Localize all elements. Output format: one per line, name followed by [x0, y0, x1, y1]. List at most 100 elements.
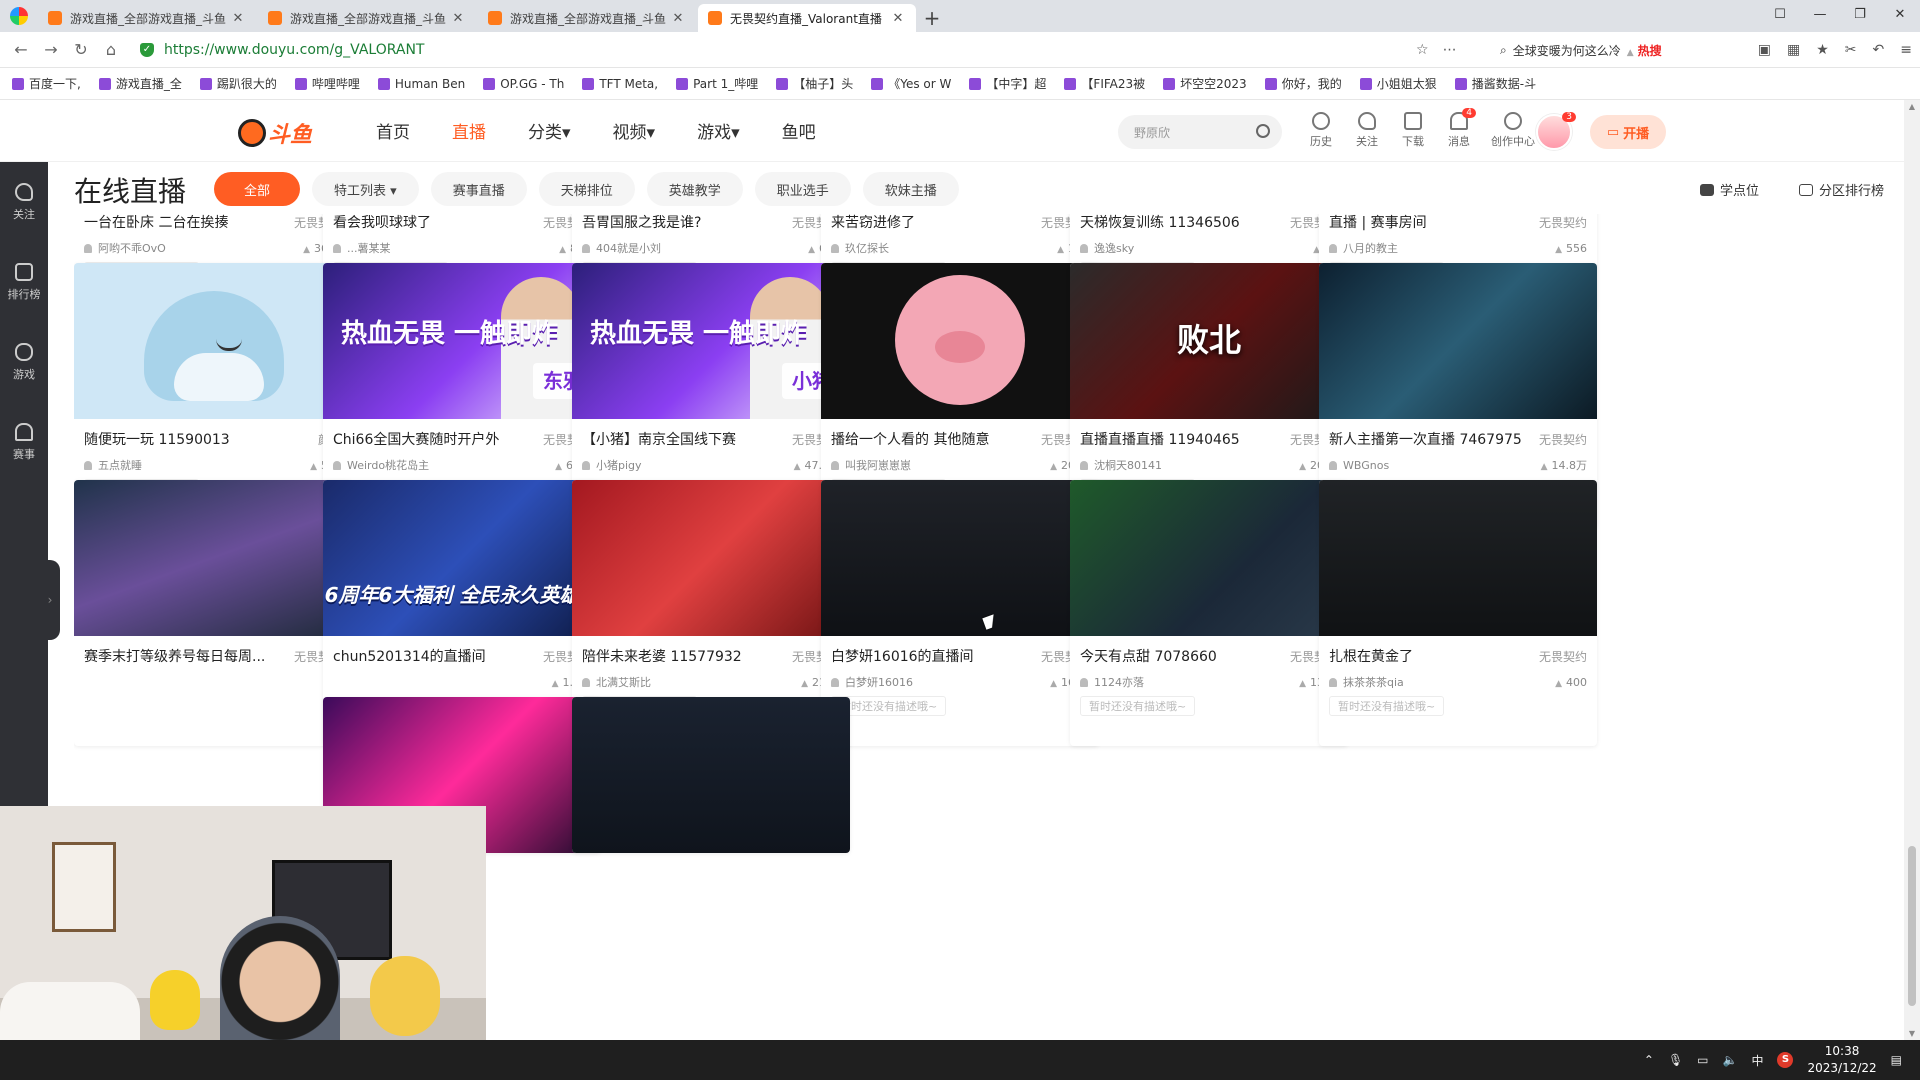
rail-follow[interactable]: 关注: [0, 162, 48, 242]
bookmark-item[interactable]: Part 1_哔哩: [676, 75, 758, 92]
user-avatar[interactable]: 3: [1536, 112, 1576, 150]
nav-fishbar[interactable]: 鱼吧: [782, 118, 816, 143]
stream-thumbnail[interactable]: [572, 697, 850, 853]
rail-rank[interactable]: 排行榜: [0, 242, 48, 322]
network-icon[interactable]: ▭: [1697, 1053, 1708, 1067]
stream-card[interactable]: 白梦妍16016的直播间无畏契约白梦妍160161602暂时还没有描述哦~: [821, 480, 1099, 746]
page-scrollbar[interactable]: ▲ ▼: [1904, 100, 1920, 1040]
stream-title[interactable]: 新人主播第一次直播 7467975: [1329, 429, 1522, 449]
tools-icon[interactable]: ✂: [1845, 42, 1857, 58]
pill-soft-girls[interactable]: 软妹主播: [862, 172, 959, 206]
anchor-name[interactable]: 1124亦落: [1080, 674, 1144, 690]
anchor-name[interactable]: 白梦妍16016: [831, 674, 913, 690]
download-button[interactable]: 下载: [1398, 112, 1428, 149]
stream-title[interactable]: 吾胃国服之我是谁?: [582, 214, 701, 232]
stream-thumbnail[interactable]: [74, 480, 352, 636]
stream-title[interactable]: 看会我呗球球了: [333, 214, 431, 232]
search-icon[interactable]: [1256, 124, 1270, 138]
stream-thumbnail[interactable]: [821, 480, 1099, 636]
browser-tab[interactable]: 游戏直播_全部游戏直播_斗鱼 ✕: [258, 4, 476, 32]
close-window-icon[interactable]: ✕: [1880, 0, 1920, 28]
close-tab-icon[interactable]: ✕: [230, 11, 246, 26]
browser-tab-active[interactable]: 无畏契约直播_Valorant直播 ✕: [698, 4, 916, 32]
url-field[interactable]: ✓ https://www.douyu.com/g_VALORANT: [140, 36, 1450, 64]
anchor-name[interactable]: WBGnos: [1329, 459, 1389, 472]
forward-icon[interactable]: →: [36, 35, 66, 65]
new-tab-button[interactable]: +: [918, 4, 946, 32]
rail-expand-toggle[interactable]: ›: [40, 560, 60, 640]
more-icon[interactable]: ⋯: [1443, 42, 1457, 58]
bookmark-item[interactable]: Human Ben: [377, 77, 465, 91]
favorites-icon[interactable]: ★: [1816, 42, 1829, 58]
browser-tab[interactable]: 游戏直播_全部游戏直播_斗鱼 ✕: [38, 4, 256, 32]
nav-video[interactable]: 视频▾: [613, 118, 656, 143]
anchor-name[interactable]: 阿哟不乖OvO: [84, 240, 166, 256]
anchor-name[interactable]: 叫我阿崽崽崽: [831, 457, 911, 473]
bookmark-item[interactable]: 游戏直播_全: [98, 75, 182, 92]
stream-title[interactable]: 来苦窃进修了: [831, 214, 915, 232]
bookmark-item[interactable]: 百度一下,: [12, 75, 81, 92]
pill-hero-teaching[interactable]: 英雄教学: [646, 172, 743, 206]
bookmark-item[interactable]: 坏空空2023: [1163, 75, 1247, 92]
anchor-name[interactable]: Weirdo桃花岛主: [333, 457, 429, 473]
bookmark-item[interactable]: 你好，我的: [1264, 75, 1342, 92]
anchor-name[interactable]: 北满艾斯比: [582, 674, 651, 690]
stream-title[interactable]: 白梦妍16016的直播间: [831, 646, 974, 666]
restore-icon[interactable]: ❐: [1840, 0, 1880, 28]
bookmark-item[interactable]: 踢趴很大的: [199, 75, 277, 92]
scroll-down-icon[interactable]: ▼: [1904, 1029, 1920, 1038]
stream-title[interactable]: 【小猪】南京全国线下赛: [582, 429, 736, 449]
undo-icon[interactable]: ↶: [1873, 42, 1885, 58]
nav-live[interactable]: 直播: [452, 118, 486, 143]
stream-card[interactable]: 今天有点甜 7078660无畏契约 1124亦落1326 暂时还没有描述哦~: [1070, 480, 1348, 746]
browser-search[interactable]: ⌕ 全球变暖为何这么冷 热搜: [1500, 36, 1662, 64]
stream-title[interactable]: 今天有点甜 7078660: [1080, 646, 1217, 666]
close-tab-icon[interactable]: ✕: [890, 11, 906, 26]
stream-title[interactable]: 天梯恢复训练 11346506: [1080, 214, 1240, 232]
nav-home[interactable]: 首页: [376, 118, 410, 143]
stream-thumbnail[interactable]: [1319, 263, 1597, 419]
pill-all[interactable]: 全部: [214, 172, 301, 206]
scroll-up-icon[interactable]: ▲: [1904, 102, 1920, 111]
home-icon[interactable]: ⌂: [96, 35, 126, 65]
stream-title[interactable]: 扎根在黄金了: [1329, 646, 1413, 666]
bookmark-item[interactable]: 《Yes or W: [871, 75, 951, 92]
bookmark-item[interactable]: 播酱数据-斗: [1454, 75, 1536, 92]
tray-expand-icon[interactable]: ⌃: [1644, 1053, 1654, 1067]
start-live-button[interactable]: ▭ 开播: [1590, 115, 1666, 149]
stream-title[interactable]: 直播直播直播 11940465: [1080, 429, 1240, 449]
nav-category[interactable]: 分类▾: [528, 118, 571, 143]
stream-title[interactable]: 播给一个人看的 其他随意: [831, 429, 989, 449]
close-tab-icon[interactable]: ✕: [670, 11, 686, 26]
douyu-logo[interactable]: 斗鱼: [238, 118, 312, 148]
anchor-name[interactable]: 八月的教主: [1329, 240, 1398, 256]
apps-grid-icon[interactable]: ▦: [1787, 42, 1800, 58]
ranking-link[interactable]: 分区排行榜: [1798, 180, 1884, 199]
stream-card[interactable]: [572, 697, 850, 853]
pill-pro-players[interactable]: 职业选手: [754, 172, 851, 206]
site-search-input[interactable]: 野原欣: [1118, 115, 1282, 149]
volume-icon[interactable]: 🔈: [1723, 1053, 1738, 1067]
bookmark-item[interactable]: 小姐姐太狠: [1359, 75, 1437, 92]
stream-thumbnail[interactable]: 败北: [1070, 263, 1348, 419]
follow-button[interactable]: 关注: [1352, 112, 1382, 149]
stream-thumbnail[interactable]: 热血无畏 一触即炸 小猪: [572, 263, 850, 419]
star-icon[interactable]: ☆: [1416, 42, 1429, 58]
pill-agents[interactable]: 特工列表 ▾: [312, 172, 419, 206]
learn-spots-link[interactable]: 学点位: [1699, 180, 1759, 199]
anchor-name[interactable]: 小猪pigy: [582, 457, 642, 473]
anchor-name[interactable]: ...薯某某: [333, 240, 391, 256]
stream-category[interactable]: 无畏契约: [1539, 431, 1587, 448]
stream-thumbnail[interactable]: [74, 263, 352, 419]
sidebar-icon[interactable]: ▣: [1758, 42, 1771, 58]
microphone-icon[interactable]: 🎙: [1668, 1053, 1683, 1067]
stream-thumbnail[interactable]: [1070, 480, 1348, 636]
anchor-name[interactable]: 404就是小刘: [582, 240, 661, 256]
close-tab-icon[interactable]: ✕: [450, 11, 466, 26]
browser-tab[interactable]: 游戏直播_全部游戏直播_斗鱼 ✕: [478, 4, 696, 32]
pill-ranked[interactable]: 天梯排位: [538, 172, 635, 206]
stream-thumbnail[interactable]: 6周年6大福利 全民永久英雄级: [323, 480, 601, 636]
stream-title[interactable]: 直播 | 赛事房间: [1329, 214, 1427, 232]
stream-category[interactable]: 无畏契约: [1539, 648, 1587, 665]
rail-event[interactable]: 赛事: [0, 402, 48, 482]
